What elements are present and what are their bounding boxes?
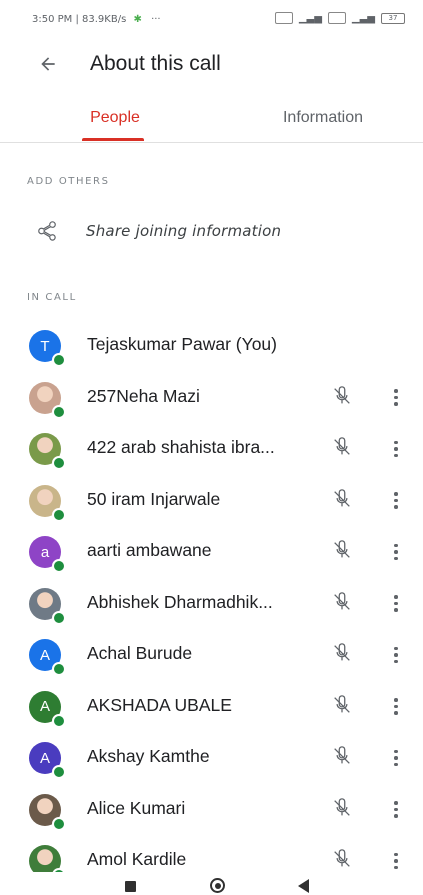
status-bar: 3:50 PM | 83.9KB/s ✱ ··· ▁▃▅ ▁▃▅ 37 (0, 0, 423, 38)
app-bar: About this call (0, 38, 423, 90)
participant-name: Abhishek Dharmadhik... (87, 591, 273, 612)
presence-indicator (52, 507, 66, 522)
participant-row[interactable]: T Tejaskumar Pawar (You) (0, 320, 423, 372)
participant-name: 257Neha Mazi (87, 385, 200, 406)
mic-off-icon[interactable] (331, 488, 355, 512)
status-more: ··· (151, 14, 161, 25)
participant-row[interactable]: A Akshay Kamthe (0, 732, 423, 784)
sim-icon (274, 12, 293, 24)
participant-row[interactable]: 422 arab shahista ibra... (0, 423, 423, 475)
more-vertical-icon[interactable] (384, 641, 408, 669)
presence-indicator (52, 662, 66, 676)
back-button[interactable] (30, 46, 66, 82)
notification-icon: ✱ (133, 14, 142, 25)
status-time-speed: 3:50 PM | 83.9KB/s ✱ ··· (32, 14, 161, 25)
participant-name: Tejaskumar Pawar (You) (87, 334, 277, 354)
participant-name: AKSHADA UBALE (87, 694, 232, 715)
status-icons: ▁▃▅ ▁▃▅ 37 (274, 12, 405, 24)
presence-indicator (52, 456, 66, 470)
signal2-icon: ▁▃▅ (351, 12, 375, 24)
more-vertical-icon[interactable] (384, 693, 408, 721)
more-vertical-icon[interactable] (384, 435, 408, 463)
mic-off-icon[interactable] (331, 539, 355, 563)
battery-icon: 37 (381, 12, 405, 24)
page-title: About this call (90, 52, 221, 75)
status-time: 3:50 PM | 83.9KB/s (32, 14, 127, 25)
participant-row[interactable]: Alice Kumari (0, 784, 423, 836)
participant-row[interactable]: A AKSHADA UBALE (0, 681, 423, 733)
tab-people[interactable]: People (40, 94, 190, 142)
mic-off-icon[interactable] (331, 848, 355, 872)
tab-indicator (82, 138, 144, 141)
mic-off-icon[interactable] (331, 436, 355, 460)
more-vertical-icon[interactable] (384, 487, 408, 515)
recents-button[interactable] (125, 881, 136, 892)
share-joining-info-row[interactable]: Share joining information (0, 208, 423, 254)
more-vertical-icon[interactable] (384, 847, 408, 875)
more-vertical-icon[interactable] (384, 744, 408, 772)
participant-row[interactable]: a aarti ambawane (0, 526, 423, 578)
in-call-header: IN CALL (27, 292, 77, 303)
mic-off-icon[interactable] (331, 385, 355, 409)
participant-list: T Tejaskumar Pawar (You) 257Neha Mazi 422 a… (0, 320, 423, 887)
signal-icon: ▁▃▅ (298, 12, 322, 24)
participant-row[interactable]: Abhishek Dharmadhik... (0, 578, 423, 630)
presence-indicator (52, 765, 66, 779)
add-others-header: ADD OTHERS (27, 176, 110, 187)
mic-off-icon[interactable] (331, 745, 355, 769)
participant-row[interactable]: 50 iram Injarwale (0, 475, 423, 527)
participant-name: Achal Burude (87, 643, 193, 663)
presence-indicator (52, 353, 66, 367)
more-vertical-icon[interactable] (384, 538, 408, 566)
participant-row[interactable]: 257Neha Mazi (0, 372, 423, 424)
mic-off-icon[interactable] (331, 642, 355, 666)
mic-off-icon[interactable] (331, 694, 355, 718)
mic-off-icon[interactable] (331, 591, 355, 615)
presence-indicator (52, 816, 66, 831)
presence-indicator (52, 610, 66, 625)
share-joining-info-label: Share joining information (86, 222, 282, 240)
participant-name: Alice Kumari (87, 797, 186, 818)
more-vertical-icon[interactable] (384, 796, 408, 824)
home-button[interactable] (210, 878, 225, 893)
participant-name: 422 arab shahista ibra... (87, 437, 275, 457)
participant-row[interactable]: A Achal Burude (0, 629, 423, 681)
participant-name: Amol Kardile (87, 849, 187, 869)
arrow-left-icon (41, 57, 55, 71)
presence-indicator (52, 559, 66, 573)
participant-name: Akshay Kamthe (87, 746, 210, 766)
tab-bar: People Information (0, 94, 423, 143)
share-icon (38, 221, 56, 241)
mic-off-icon[interactable] (331, 797, 355, 821)
presence-indicator (52, 404, 66, 419)
participant-name: aarti ambawane (87, 540, 212, 560)
sim2-icon (327, 12, 346, 24)
more-vertical-icon[interactable] (384, 590, 408, 618)
tab-information[interactable]: Information (248, 94, 398, 142)
system-nav-bar (0, 872, 423, 895)
presence-indicator (52, 713, 66, 728)
more-vertical-icon[interactable] (384, 384, 408, 412)
system-back-button[interactable] (298, 879, 309, 893)
participant-name: 50 iram Injarwale (87, 488, 221, 509)
